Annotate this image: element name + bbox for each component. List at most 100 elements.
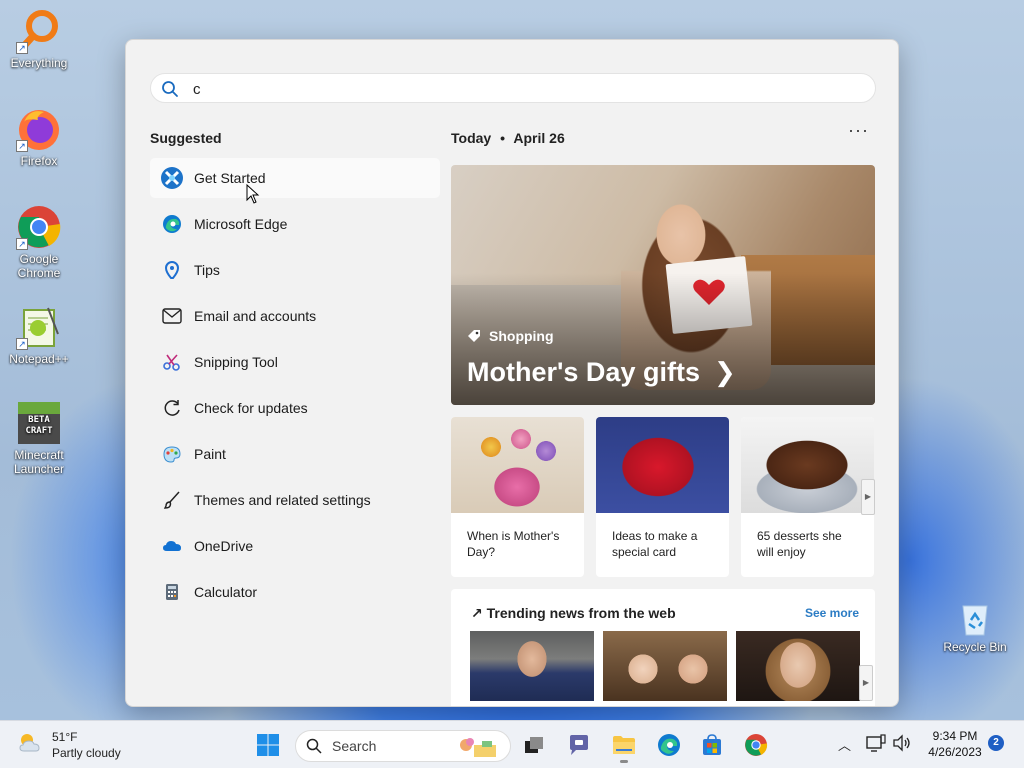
- volume-icon[interactable]: [892, 734, 912, 755]
- desktop-icon-label: Firefox: [20, 154, 58, 168]
- desktop-icon-notepadpp[interactable]: ↗ Notepad++: [1, 304, 77, 366]
- desktop-icon-label: Minecraft Launcher: [13, 448, 65, 476]
- suggestion-snipping-tool[interactable]: Snipping Tool: [150, 342, 440, 382]
- suggestion-label: Calculator: [194, 584, 258, 600]
- recycle-bin-icon: [955, 598, 995, 638]
- weather-condition: Partly cloudy: [52, 746, 121, 760]
- svg-text:BETA: BETA: [28, 415, 50, 425]
- folder-icon: [613, 736, 635, 754]
- news-card[interactable]: 65 desserts she will enjoy: [741, 417, 874, 577]
- suggested-heading: Suggested: [150, 130, 222, 146]
- windows-logo-icon: [257, 734, 279, 756]
- desktop-icon-label: Notepad++: [9, 352, 69, 366]
- partly-cloudy-icon: [19, 734, 40, 752]
- snipping-tool-icon: [160, 350, 184, 374]
- suggestion-label: Snipping Tool: [194, 354, 278, 370]
- suggestion-check-for-updates[interactable]: Check for updates: [150, 388, 440, 428]
- store-icon: [703, 734, 721, 755]
- file-explorer-button[interactable]: [608, 730, 640, 763]
- notepadpp-icon: ↗: [16, 304, 62, 350]
- suggestion-microsoft-edge[interactable]: Microsoft Edge: [150, 204, 440, 244]
- tips-icon: [160, 258, 184, 282]
- news-card-caption: Ideas to make a special card: [612, 529, 698, 559]
- hero-headline-text: Mother's Day gifts: [467, 357, 700, 387]
- suggestion-tips[interactable]: Tips: [150, 250, 440, 290]
- search-highlight-icon: [460, 738, 496, 757]
- refresh-icon: [160, 396, 184, 420]
- suggestion-email-and-accounts[interactable]: Email and accounts: [150, 296, 440, 336]
- desktop-icon-everything[interactable]: ↗ Everything: [1, 8, 77, 70]
- suggestion-label: OneDrive: [194, 538, 254, 554]
- suggestion-calculator[interactable]: Calculator: [150, 572, 440, 612]
- news-card[interactable]: When is Mother's Day?: [451, 417, 584, 577]
- trending-news-image[interactable]: [736, 631, 860, 701]
- search-box[interactable]: [150, 73, 876, 103]
- edge-icon: [658, 734, 680, 756]
- hero-tag-label: Shopping: [489, 328, 554, 344]
- show-hidden-icons-button[interactable]: ︿: [838, 735, 851, 754]
- hero-news-card[interactable]: Shopping Mother's Day gifts ❯: [451, 165, 875, 405]
- taskbar-search[interactable]: Search: [295, 730, 511, 762]
- task-view-button[interactable]: [518, 730, 550, 760]
- search-icon: [306, 738, 322, 754]
- news-card[interactable]: Ideas to make a special card: [596, 417, 729, 577]
- suggestion-themes-and-related-settings[interactable]: Themes and related settings: [150, 480, 440, 520]
- news-cards-row: When is Mother's Day? Ideas to make a sp…: [451, 417, 875, 577]
- chat-icon: [570, 735, 588, 755]
- trending-news-image[interactable]: [603, 631, 727, 701]
- date-label: April 26: [513, 130, 565, 146]
- news-card-image: [596, 417, 729, 513]
- start-button[interactable]: [252, 730, 284, 760]
- edge-taskbar-button[interactable]: [653, 730, 685, 760]
- mouse-cursor-icon: [246, 184, 260, 204]
- suggestion-label: Check for updates: [194, 400, 308, 416]
- calculator-icon: [160, 580, 184, 604]
- weather-temp: 51°F: [52, 730, 78, 744]
- store-button[interactable]: [696, 730, 728, 760]
- weather-widget[interactable]: 51°F Partly cloudy: [16, 729, 121, 761]
- desktop-icon-firefox[interactable]: ↗ Firefox: [1, 106, 77, 168]
- task-view-icon: [525, 737, 543, 753]
- teams-chat-button[interactable]: [563, 730, 595, 760]
- clock[interactable]: 9:34 PM 4/26/2023: [920, 728, 990, 760]
- suggestion-label: Themes and related settings: [194, 492, 371, 508]
- search-input[interactable]: [193, 78, 863, 100]
- news-card-image: [741, 417, 874, 513]
- svg-text:CRAFT: CRAFT: [25, 426, 53, 436]
- clock-time: 9:34 PM: [932, 729, 978, 743]
- paint-icon: [160, 442, 184, 466]
- network-icon[interactable]: [866, 734, 886, 755]
- today-label: Today: [451, 130, 492, 146]
- trending-arrow-icon: ↗: [471, 605, 483, 621]
- brush-icon: [160, 488, 184, 512]
- suggestion-paint[interactable]: Paint: [150, 434, 440, 474]
- chevron-up-icon: ︿: [838, 738, 852, 753]
- trending-news-section: ↗ Trending news from the web See more ▶: [451, 589, 875, 706]
- get-started-icon: [160, 166, 184, 190]
- trending-title: ↗ Trending news from the web: [471, 605, 676, 621]
- onedrive-icon: [160, 534, 184, 558]
- more-options-button[interactable]: ···: [848, 121, 868, 140]
- chrome-icon: ↗: [16, 204, 62, 250]
- chevron-right-icon: ❯: [713, 357, 736, 387]
- see-more-link[interactable]: See more: [805, 606, 859, 620]
- news-card-image: [451, 417, 584, 513]
- suggestion-label: Microsoft Edge: [194, 216, 288, 232]
- scroll-right-button[interactable]: ▶: [861, 479, 875, 515]
- trending-news-image[interactable]: [470, 631, 594, 701]
- desktop-icon-minecraft[interactable]: BETA CRAFT Minecraft Launcher: [1, 400, 77, 476]
- notification-badge[interactable]: 2: [988, 735, 1004, 751]
- hero-headline[interactable]: Mother's Day gifts ❯: [467, 357, 736, 388]
- firefox-icon: ↗: [16, 106, 62, 152]
- suggested-list: Get Started Microsoft Edge Tips Email an…: [150, 158, 440, 618]
- desktop-icon-label: Everything: [10, 56, 68, 70]
- desktop-icon-chrome[interactable]: ↗ Google Chrome: [1, 204, 77, 280]
- suggestion-onedrive[interactable]: OneDrive: [150, 526, 440, 566]
- today-header: Today • April 26: [451, 130, 565, 146]
- desktop-icon-recycle-bin[interactable]: Recycle Bin: [937, 598, 1013, 654]
- suggestion-get-started[interactable]: Get Started: [150, 158, 440, 198]
- scroll-right-button[interactable]: ▶: [859, 665, 873, 701]
- chrome-taskbar-button[interactable]: [740, 730, 772, 760]
- tag-icon: [468, 330, 480, 342]
- edge-icon: [160, 212, 184, 236]
